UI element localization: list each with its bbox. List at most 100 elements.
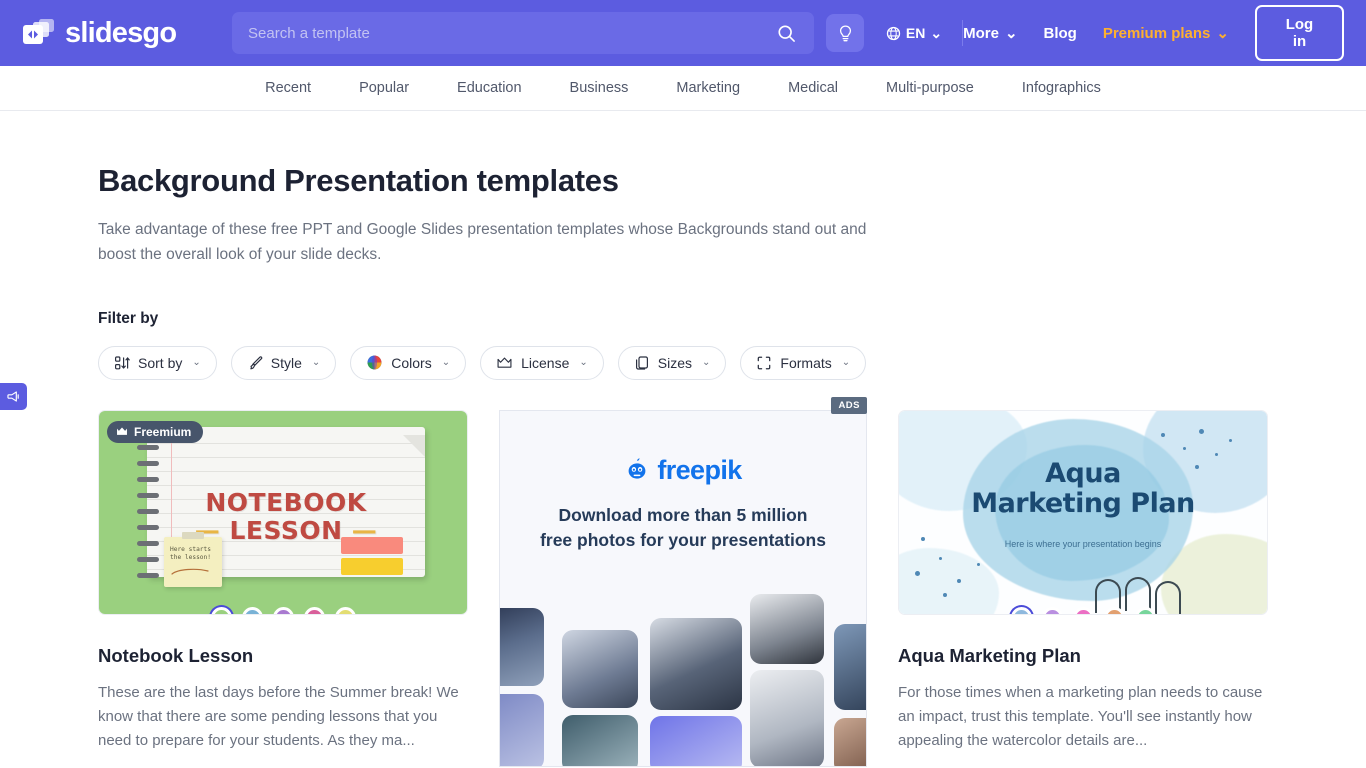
nav-link-premium-plans[interactable]: Premium plans ⌄ <box>1102 24 1229 43</box>
thumbnail-title-line2: Marketing Plan <box>971 488 1195 520</box>
palette-icon <box>366 354 383 371</box>
filter-formats-label: Formats <box>780 354 832 371</box>
filter-license-button[interactable]: License ⌄ <box>480 345 604 380</box>
color-swatch[interactable] <box>1010 606 1032 614</box>
color-swatch[interactable] <box>241 606 263 614</box>
template-title[interactable]: Aqua Marketing Plan <box>898 645 1268 667</box>
thumbnail-subtitle: Here is where your presentation begins <box>1004 538 1162 549</box>
template-description: These are the last days before the Summe… <box>98 683 459 750</box>
color-swatch[interactable] <box>303 606 325 614</box>
chevron-down-icon: ⌄ <box>579 357 588 368</box>
color-swatch[interactable] <box>1072 606 1094 614</box>
color-swatch[interactable] <box>210 606 232 614</box>
color-swatch[interactable] <box>334 606 356 614</box>
ad-photo <box>750 669 824 766</box>
category-education[interactable]: Education <box>433 80 546 96</box>
ad-photo <box>834 717 866 766</box>
thumbnail-title: Aqua Marketing Plan <box>899 457 1267 521</box>
filter-sizes-label: Sizes <box>657 354 693 371</box>
ad-photo <box>500 693 544 766</box>
ad-photo <box>650 715 742 766</box>
color-swatches <box>899 606 1267 614</box>
thumbnail-title-line1: NOTEBOOK <box>205 487 367 517</box>
chevron-down-icon: ⌄ <box>1216 25 1229 42</box>
page-icon <box>634 355 650 371</box>
ad-photo <box>834 623 866 710</box>
header-nav: More ⌄ Blog Premium plans ⌄ Log in <box>963 5 1344 61</box>
template-title[interactable]: Notebook Lesson <box>98 645 468 667</box>
freepik-logo-icon <box>624 457 650 483</box>
search-icon[interactable] <box>774 21 798 45</box>
search-input[interactable] <box>248 24 775 42</box>
template-thumbnail[interactable]: Aqua Marketing Plan Here is where your p… <box>898 409 1268 615</box>
language-label: EN <box>905 25 926 41</box>
category-medical[interactable]: Medical <box>764 80 862 96</box>
language-selector[interactable]: EN ⌄ <box>886 25 942 42</box>
page-title: Background Presentation templates <box>98 163 619 198</box>
chevron-down-icon: ⌄ <box>930 24 943 41</box>
login-button[interactable]: Log in <box>1254 5 1344 61</box>
color-swatch[interactable] <box>272 606 294 614</box>
sticky-note-text: Here starts the lesson! <box>170 545 211 562</box>
filter-sizes-button[interactable]: Sizes ⌄ <box>617 345 727 380</box>
filter-sort-by-button[interactable]: Sort by ⌄ <box>98 345 217 380</box>
category-business[interactable]: Business <box>546 80 653 96</box>
crown-icon <box>496 355 513 371</box>
color-swatch[interactable] <box>1103 606 1125 614</box>
frame-icon <box>756 355 772 371</box>
nav-link-more[interactable]: More ⌄ <box>963 24 1018 43</box>
filter-bar: Sort by ⌄ Style ⌄ Colors ⌄ License ⌄ Siz… <box>98 345 1268 380</box>
chevron-down-icon: ⌄ <box>702 357 711 368</box>
slidesgo-logo[interactable]: slidesgo <box>22 18 210 48</box>
main-content: Background Presentation templates Take a… <box>0 163 1366 767</box>
brand-name: slidesgo <box>65 16 177 49</box>
ad-photo <box>500 607 544 686</box>
thumbnail-title-line1: Aqua <box>1045 457 1121 489</box>
filter-sort-by-label: Sort by <box>138 354 183 371</box>
ad-photo <box>650 617 742 710</box>
nav-link-more-label: More <box>963 24 999 42</box>
ad-photo <box>562 714 638 766</box>
ad-headline-line1: Download more than 5 million <box>558 504 808 525</box>
chevron-down-icon: ⌄ <box>1004 25 1018 42</box>
category-infographics[interactable]: Infographics <box>998 80 1125 96</box>
category-recent[interactable]: Recent <box>241 80 335 96</box>
template-card-notebook-lesson: Freemium NOTEBOOK — LESSON — Here starts… <box>98 409 468 767</box>
template-card-aqua-marketing-plan: Aqua Marketing Plan Here is where your p… <box>898 409 1268 767</box>
category-multi-purpose[interactable]: Multi-purpose <box>862 80 998 96</box>
filter-colors-button[interactable]: Colors ⌄ <box>350 345 467 380</box>
status-badge-freemium: Freemium <box>107 420 204 443</box>
search-bar[interactable] <box>232 12 815 54</box>
filter-style-button[interactable]: Style ⌄ <box>230 345 337 380</box>
nav-link-premium-plans-label: Premium plans <box>1102 24 1211 42</box>
notebook-spiral <box>137 428 161 578</box>
filter-colors-label: Colors <box>391 354 432 371</box>
brush-icon <box>247 355 263 371</box>
chevron-down-icon: ⌄ <box>192 357 201 368</box>
category-marketing[interactable]: Marketing <box>652 80 764 96</box>
page-description: Take advantage of these free PPT and Goo… <box>98 221 867 264</box>
template-description: For those times when a marketing plan ne… <box>898 683 1263 750</box>
crown-icon <box>116 426 128 437</box>
template-grid: Freemium NOTEBOOK — LESSON — Here starts… <box>98 396 1268 767</box>
filter-by-label: Filter by <box>98 309 159 327</box>
ad-photo <box>750 593 824 664</box>
color-swatch[interactable] <box>1041 606 1063 614</box>
category-nav: Recent Popular Education Business Market… <box>0 66 1366 111</box>
freepik-logo-text: freepik <box>657 454 742 485</box>
color-swatch[interactable] <box>1134 606 1156 614</box>
category-popular[interactable]: Popular <box>335 80 433 96</box>
globe-icon <box>886 26 901 41</box>
lightbulb-icon[interactable] <box>826 14 864 52</box>
sort-icon <box>114 355 130 371</box>
template-thumbnail[interactable]: Freemium NOTEBOOK — LESSON — Here starts… <box>98 409 468 615</box>
ad-headline-line2: free photos for your presentations <box>540 529 826 550</box>
nav-link-blog[interactable]: Blog <box>1044 25 1077 42</box>
nav-link-blog-label: Blog <box>1043 24 1077 42</box>
megaphone-icon[interactable] <box>0 383 27 410</box>
filter-formats-button[interactable]: Formats ⌄ <box>740 345 867 380</box>
status-badge-label: Freemium <box>134 424 192 439</box>
thumbnail-title-line2: LESSON <box>229 515 343 545</box>
advertisement: ADS freepik Download more than 5 million… <box>499 396 867 767</box>
ad-banner[interactable]: freepik Download more than 5 million fre… <box>499 409 867 767</box>
